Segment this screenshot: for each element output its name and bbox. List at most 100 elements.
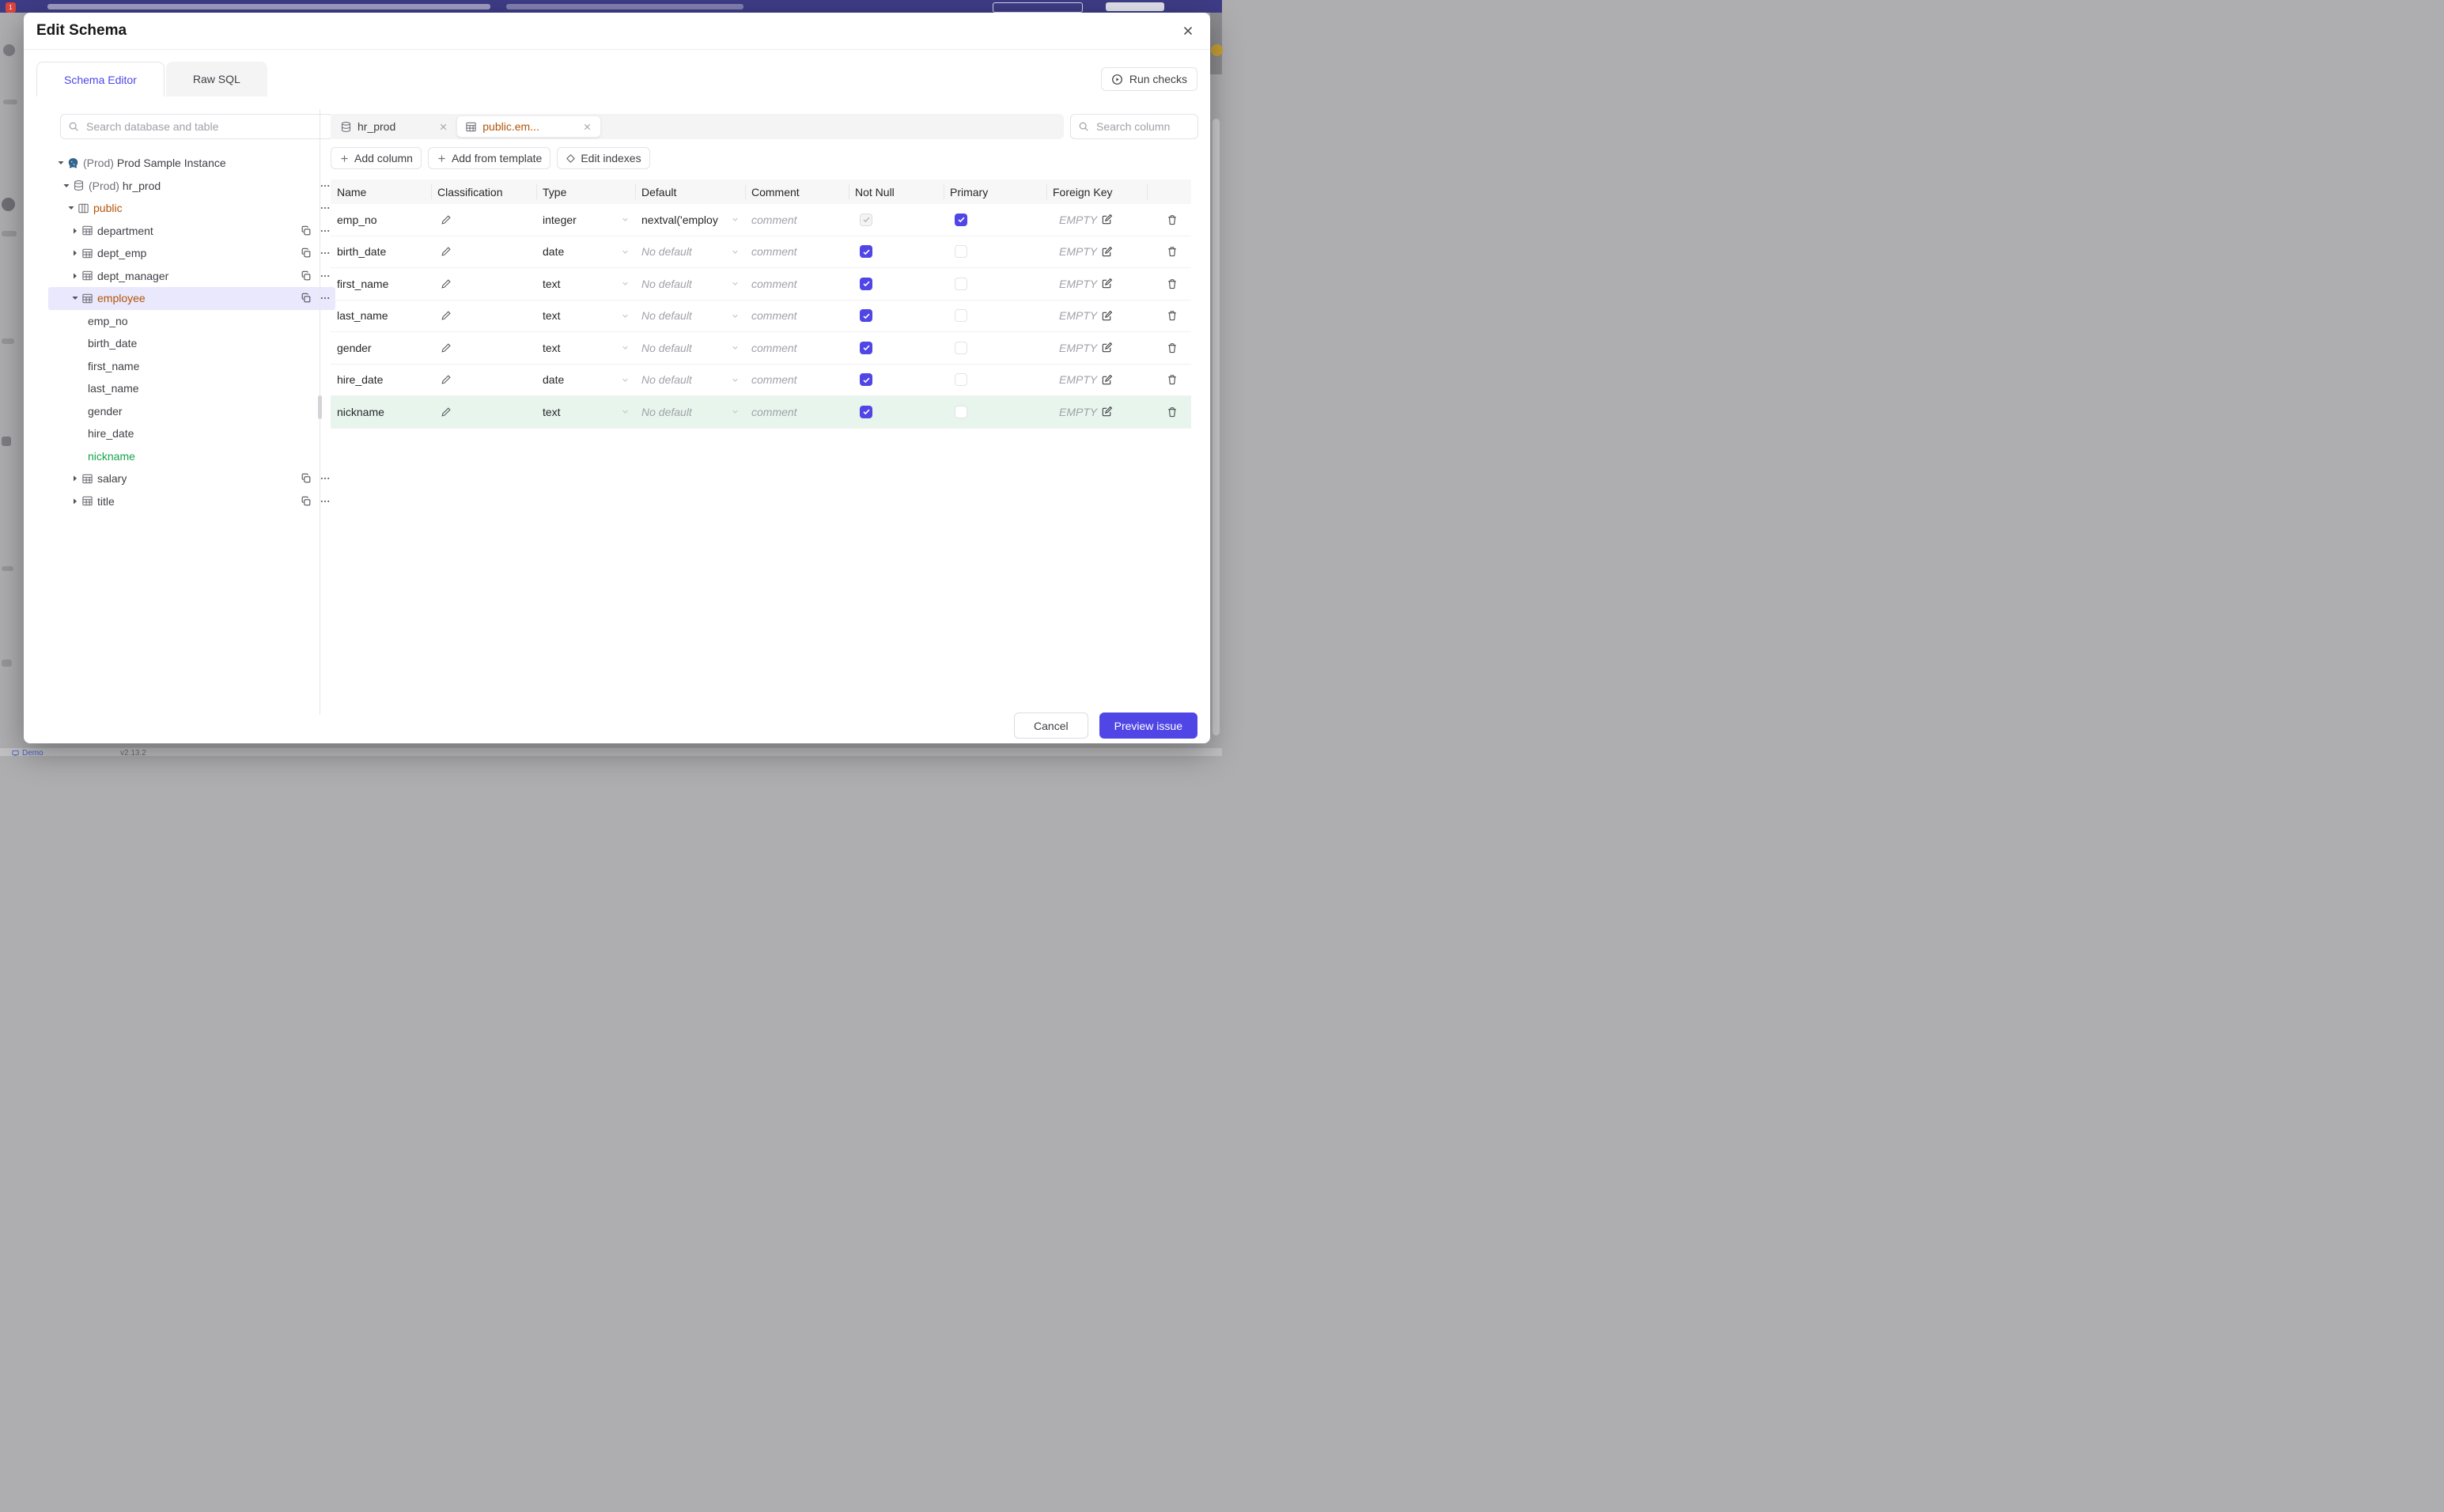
primary-checkbox[interactable] <box>955 245 967 259</box>
primary-checkbox[interactable] <box>955 213 967 226</box>
page-scrollbar[interactable] <box>1213 119 1220 735</box>
type-dropdown-icon[interactable] <box>620 342 630 353</box>
primary-checkbox[interactable] <box>955 405 967 418</box>
default-dropdown-icon[interactable] <box>730 311 740 321</box>
column-default-value[interactable]: No default <box>641 245 692 258</box>
column-default-value[interactable]: nextval('employ <box>641 214 718 226</box>
default-dropdown-icon[interactable] <box>730 214 740 225</box>
column-name[interactable]: hire_date <box>337 373 383 386</box>
default-dropdown-icon[interactable] <box>730 375 740 385</box>
delete-column-icon[interactable] <box>1167 406 1178 418</box>
tree-item-dept_emp[interactable]: dept_emp <box>48 242 335 265</box>
not-null-checkbox[interactable] <box>860 341 872 354</box>
delete-column-icon[interactable] <box>1167 214 1178 225</box>
cancel-button[interactable]: Cancel <box>1014 713 1088 739</box>
close-icon[interactable] <box>1178 21 1197 40</box>
more-actions-icon[interactable] <box>320 270 331 282</box>
duplicate-table-icon[interactable] <box>301 225 312 236</box>
classification-edit-icon[interactable] <box>441 374 452 385</box>
column-name[interactable]: last_name <box>337 309 388 322</box>
tree-item-salary[interactable]: salary <box>48 467 335 490</box>
column-name[interactable]: nickname <box>337 406 384 418</box>
foreign-key-edit-icon[interactable] <box>1101 406 1113 418</box>
tree-item-birth_date[interactable]: birth_date <box>48 332 335 355</box>
tab-schema-editor[interactable]: Schema Editor <box>36 62 165 96</box>
column-type-value[interactable]: integer <box>543 214 577 226</box>
duplicate-table-icon[interactable] <box>301 293 312 304</box>
column-name[interactable]: emp_no <box>337 214 377 226</box>
tree-item-prod-sample-instance[interactable]: (Prod) Prod Sample Instance <box>48 152 335 175</box>
foreign-key-edit-icon[interactable] <box>1101 374 1113 386</box>
more-actions-icon[interactable] <box>320 473 331 484</box>
primary-checkbox[interactable] <box>955 309 967 323</box>
more-actions-icon[interactable] <box>320 293 331 304</box>
duplicate-table-icon[interactable] <box>301 270 312 282</box>
column-default-value[interactable]: No default <box>641 278 692 290</box>
type-dropdown-icon[interactable] <box>620 311 630 321</box>
more-actions-icon[interactable] <box>320 180 331 191</box>
run-checks-button[interactable]: Run checks <box>1100 67 1197 91</box>
column-comment-input[interactable]: comment <box>751 342 797 354</box>
type-dropdown-icon[interactable] <box>620 375 630 385</box>
duplicate-table-icon[interactable] <box>301 248 312 259</box>
column-name[interactable]: first_name <box>337 278 388 290</box>
open-tab-public-employee[interactable]: public.em... <box>456 115 601 138</box>
delete-column-icon[interactable] <box>1167 278 1178 289</box>
tree-item-employee[interactable]: employee <box>48 287 335 310</box>
database-search[interactable] <box>60 114 334 139</box>
default-dropdown-icon[interactable] <box>730 342 740 353</box>
classification-edit-icon[interactable] <box>441 310 452 321</box>
column-search-input[interactable] <box>1095 119 1190 134</box>
edit-indexes-button[interactable]: Edit indexes <box>557 147 650 169</box>
tree-item-last_name[interactable]: last_name <box>48 377 335 400</box>
not-null-checkbox[interactable] <box>860 405 872 418</box>
column-comment-input[interactable]: comment <box>751 406 797 418</box>
open-tab-hr-prod[interactable]: hr_prod <box>332 115 456 138</box>
column-search[interactable] <box>1070 114 1198 139</box>
column-name[interactable]: birth_date <box>337 245 386 258</box>
foreign-key-edit-icon[interactable] <box>1101 246 1113 258</box>
classification-edit-icon[interactable] <box>441 214 452 225</box>
preview-issue-button[interactable]: Preview issue <box>1099 713 1197 739</box>
default-dropdown-icon[interactable] <box>730 247 740 257</box>
column-default-value[interactable]: No default <box>641 406 692 418</box>
tree-item-title[interactable]: title <box>48 490 335 513</box>
not-null-checkbox[interactable] <box>860 277 872 290</box>
column-comment-input[interactable]: comment <box>751 245 797 258</box>
delete-column-icon[interactable] <box>1167 246 1178 257</box>
column-type-value[interactable]: text <box>543 406 561 418</box>
more-actions-icon[interactable] <box>320 202 331 214</box>
tree-item-hire_date[interactable]: hire_date <box>48 422 335 445</box>
delete-column-icon[interactable] <box>1167 310 1178 321</box>
column-comment-input[interactable]: comment <box>751 373 797 386</box>
add-column-button[interactable]: Add column <box>331 147 422 169</box>
column-comment-input[interactable]: comment <box>751 278 797 290</box>
classification-edit-icon[interactable] <box>441 342 452 353</box>
tree-item-department[interactable]: department <box>48 220 335 243</box>
column-default-value[interactable]: No default <box>641 309 692 322</box>
delete-column-icon[interactable] <box>1167 342 1178 353</box>
close-tab-icon[interactable] <box>582 122 592 132</box>
close-tab-icon[interactable] <box>438 122 448 132</box>
primary-checkbox[interactable] <box>955 373 967 387</box>
type-dropdown-icon[interactable] <box>620 278 630 289</box>
column-default-value[interactable]: No default <box>641 342 692 354</box>
foreign-key-edit-icon[interactable] <box>1101 278 1113 289</box>
more-actions-icon[interactable] <box>320 225 331 236</box>
tree-item-first_name[interactable]: first_name <box>48 355 335 378</box>
not-null-checkbox[interactable] <box>860 309 872 323</box>
panel-resize-handle[interactable] <box>317 395 322 419</box>
tab-raw-sql[interactable]: Raw SQL <box>165 62 267 96</box>
column-type-value[interactable]: text <box>543 309 561 322</box>
type-dropdown-icon[interactable] <box>620 406 630 417</box>
tree-item-hr_prod[interactable]: (Prod) hr_prod <box>48 175 335 198</box>
foreign-key-edit-icon[interactable] <box>1101 214 1113 225</box>
classification-edit-icon[interactable] <box>441 406 452 418</box>
more-actions-icon[interactable] <box>320 248 331 259</box>
foreign-key-edit-icon[interactable] <box>1101 342 1113 353</box>
tree-item-gender[interactable]: gender <box>48 400 335 423</box>
primary-checkbox[interactable] <box>955 341 967 354</box>
column-name[interactable]: gender <box>337 342 372 354</box>
not-null-checkbox[interactable] <box>860 373 872 387</box>
database-search-input[interactable] <box>85 119 326 134</box>
